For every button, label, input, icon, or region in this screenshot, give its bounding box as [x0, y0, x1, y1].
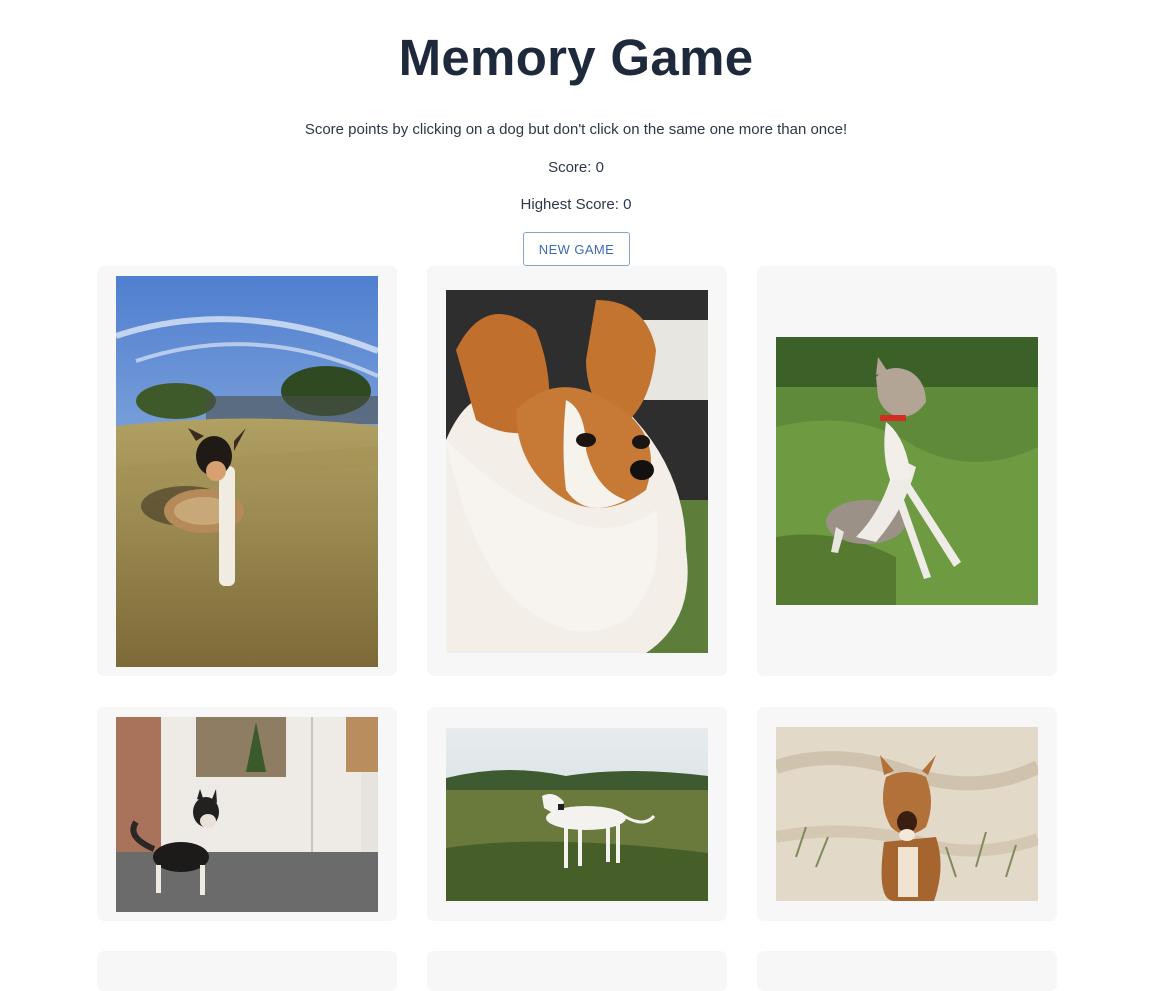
dog-photo-dingo-image [776, 727, 1038, 901]
dog-photo[interactable] [446, 290, 708, 653]
dog-photo[interactable] [116, 276, 378, 667]
dog-photo[interactable] [776, 727, 1038, 901]
dog-photo-husky-image [116, 717, 378, 912]
dog-photo[interactable] [116, 717, 378, 912]
instructions-text: Score points by clicking on a dog but do… [304, 121, 848, 138]
dog-card[interactable] [757, 266, 1057, 676]
dog-photo[interactable] [446, 728, 708, 901]
dog-card[interactable] [427, 266, 727, 676]
dog-photo[interactable] [776, 337, 1038, 605]
dog-card[interactable] [97, 266, 397, 676]
dog-card[interactable] [757, 951, 1057, 991]
dog-card[interactable] [427, 707, 727, 921]
score-text: Score: 0 [548, 159, 604, 176]
dog-card[interactable] [757, 707, 1057, 921]
page-title: Memory Game [398, 29, 754, 86]
dog-photo-frisbee-image [116, 276, 378, 667]
dog-photo-papillon-image [446, 290, 708, 653]
dog-photo-whippet-image [446, 728, 708, 901]
dog-card[interactable] [427, 951, 727, 991]
dog-card[interactable] [97, 951, 397, 991]
dog-card[interactable] [97, 707, 397, 921]
dog-photo-greyhound-image [776, 337, 1038, 605]
highest-score-text: Highest Score: 0 [520, 196, 632, 213]
new-game-button[interactable]: NEW GAME [523, 232, 630, 266]
